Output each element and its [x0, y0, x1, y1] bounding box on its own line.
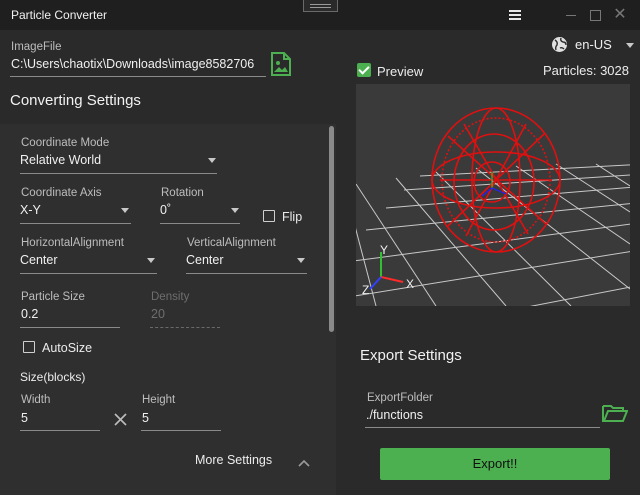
language-dropdown-icon[interactable]	[626, 43, 634, 48]
export-settings-heading: Export Settings	[360, 347, 462, 364]
vertical-alignment-underline	[186, 273, 307, 274]
vertical-alignment-dropdown-icon[interactable]	[297, 258, 305, 263]
particles-count: Particles: 3028	[543, 63, 629, 78]
axis-label-y: Y	[380, 243, 388, 257]
autosize-label: AutoSize	[42, 341, 93, 355]
particle-shape	[431, 107, 561, 253]
horizontal-alignment-underline	[20, 273, 157, 274]
settings-scrollbar[interactable]	[329, 126, 334, 332]
language-select[interactable]: en-US	[575, 37, 612, 52]
flip-checkbox[interactable]	[263, 210, 275, 222]
chevron-up-icon[interactable]	[298, 454, 310, 467]
height-input[interactable]: 5	[142, 411, 149, 425]
coordinate-axis-label: Coordinate Axis	[21, 187, 102, 199]
rotation-label: Rotation	[161, 187, 204, 199]
flip-label: Flip	[282, 210, 303, 224]
image-file-underline	[10, 76, 266, 77]
vertical-alignment-label: VerticalAlignment	[187, 237, 276, 249]
size-blocks-label: Size(blocks)	[20, 370, 86, 384]
rotation-underline	[160, 223, 240, 224]
autosize-checkbox[interactable]	[23, 341, 35, 353]
coordinate-mode-select[interactable]: Relative World	[20, 153, 101, 167]
height-label: Height	[142, 394, 176, 406]
export-button[interactable]: Export!!	[380, 448, 610, 480]
axis-gizmo	[369, 252, 404, 290]
particle-size-input[interactable]: 0.2	[21, 307, 38, 321]
width-input[interactable]: 5	[21, 411, 28, 425]
density-input[interactable]: 20	[151, 307, 165, 321]
preview-checkbox[interactable]	[357, 63, 371, 77]
settings-panel: Coordinate Mode Relative World Coordinat…	[0, 124, 336, 495]
title-bar: Particle Converter ✕	[0, 0, 640, 30]
width-label: Width	[21, 394, 51, 406]
axis-label-x: X	[406, 277, 414, 291]
density-underline	[150, 327, 220, 328]
converting-settings-heading: Converting Settings	[10, 92, 141, 109]
preview-viewport[interactable]: Y X Z	[356, 84, 630, 306]
folder-open-icon[interactable]	[602, 403, 629, 423]
horizontal-alignment-select[interactable]: Center	[20, 253, 58, 267]
preview-label: Preview	[377, 64, 424, 79]
coordinate-mode-label: Coordinate Mode	[21, 137, 110, 149]
preview-scene: Y X Z	[356, 107, 630, 306]
globe-icon[interactable]	[551, 36, 568, 53]
width-underline	[20, 430, 100, 431]
more-settings-button[interactable]: More Settings	[195, 453, 272, 467]
image-file-input[interactable]: C:\Users\chaotix\Downloads\image8582706	[11, 57, 265, 71]
horizontal-alignment-label: HorizontalAlignment	[21, 237, 124, 249]
menu-icon[interactable]	[504, 5, 526, 25]
axis-label-z: Z	[362, 283, 369, 297]
image-file-label: ImageFile	[11, 41, 62, 53]
vertical-alignment-select[interactable]: Center	[186, 253, 224, 267]
coordinate-axis-select[interactable]: X-Y	[20, 203, 41, 217]
particle-size-underline	[20, 327, 120, 328]
close-icon[interactable]: ✕	[609, 5, 631, 25]
density-label: Density	[151, 291, 190, 303]
rotation-dropdown-icon[interactable]	[231, 208, 239, 213]
drag-handle-icon[interactable]	[303, 0, 338, 12]
window-title: Particle Converter	[11, 8, 108, 22]
coordinate-mode-dropdown-icon[interactable]	[208, 158, 216, 163]
horizontal-alignment-dropdown-icon[interactable]	[147, 258, 155, 263]
height-underline	[141, 430, 221, 431]
particle-size-label: Particle Size	[21, 291, 85, 303]
coordinate-mode-underline	[20, 173, 217, 174]
link-size-icon[interactable]	[114, 413, 127, 426]
export-folder-underline	[365, 427, 600, 428]
export-folder-label: ExportFolder	[367, 392, 433, 404]
minimize-icon[interactable]	[560, 5, 582, 25]
image-open-icon[interactable]	[270, 52, 292, 76]
maximize-icon[interactable]	[584, 5, 606, 25]
export-folder-input[interactable]: ./functions	[366, 408, 423, 422]
rotation-select[interactable]: 0˚	[160, 203, 171, 217]
coordinate-axis-underline	[20, 223, 131, 224]
coordinate-axis-dropdown-icon[interactable]	[121, 208, 129, 213]
